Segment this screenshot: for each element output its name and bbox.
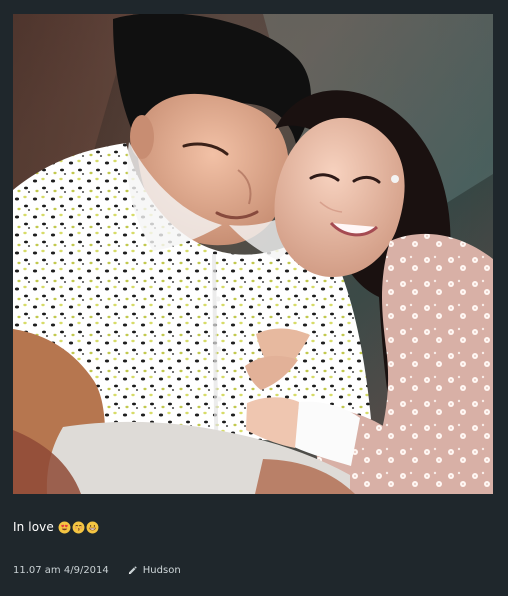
post-caption: In love (13, 518, 99, 536)
kissing-face-icon (72, 521, 85, 533)
pencil-icon[interactable] (127, 565, 138, 576)
post-meta: 11.07 am 4/9/2014 Hudson (13, 565, 181, 576)
couple-photo-illustration (13, 14, 493, 494)
heart-eyes-face-icon (58, 521, 71, 533)
couple-photo[interactable] (13, 14, 493, 494)
grinning-face-icon (86, 521, 99, 533)
post-card: In love 11.07 am 4/9/2014 Hudson (0, 0, 508, 596)
post-author[interactable]: Hudson (143, 565, 181, 576)
post-timestamp: 11.07 am 4/9/2014 (13, 565, 109, 576)
caption-text: In love (13, 520, 54, 534)
